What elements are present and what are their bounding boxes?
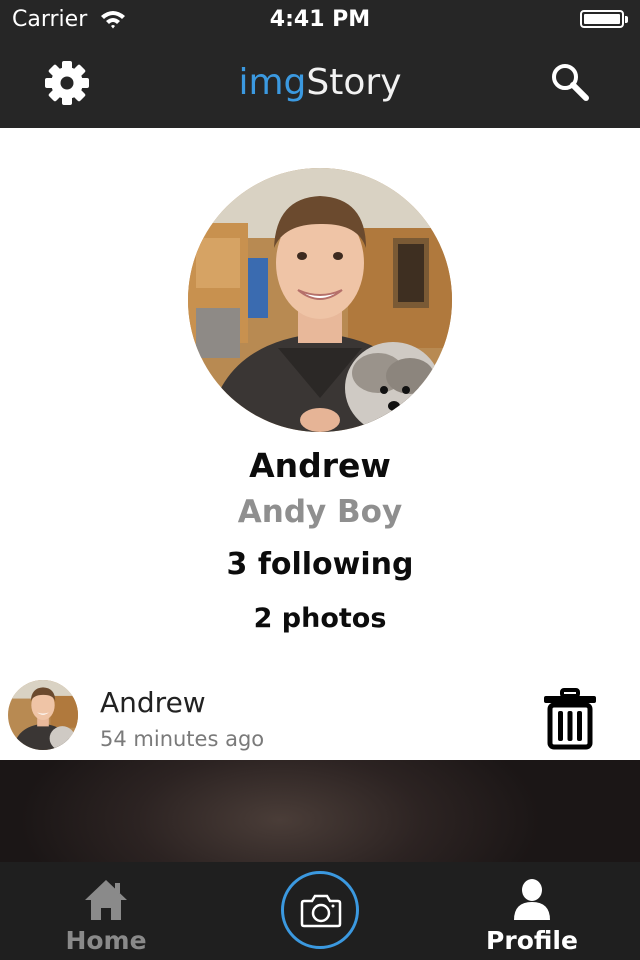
tab-profile[interactable]: Profile [452,862,612,960]
camera-icon [300,894,342,928]
post-image[interactable] [0,760,640,862]
app-title: imgStory [0,62,640,103]
person-icon [514,879,550,920]
camera-button[interactable] [281,871,359,949]
search-button[interactable] [548,60,594,106]
delete-post-button[interactable] [540,688,600,750]
post-timestamp: 54 minutes ago [100,727,265,751]
search-icon [552,64,589,101]
app-title-part2: Story [306,62,402,103]
following-count[interactable]: 3 following [0,547,640,582]
post-header: Andrew 54 minutes ago [0,670,640,760]
profile-avatar [188,168,452,432]
tab-profile-label: Profile [486,926,578,955]
status-bar: Carrier 4:41 PM [0,0,640,40]
profile-username: Andy Boy [237,494,403,530]
status-time: 4:41 PM [269,7,371,32]
tab-home-label: Home [65,926,147,955]
post-author-avatar[interactable] [8,680,78,750]
profile-name: Andrew [249,446,391,485]
tab-bar: Home Profile [0,862,640,960]
app-title-part1: img [238,62,307,103]
battery-icon [580,10,628,28]
nav-bar: imgStory [0,40,640,128]
photos-count: 2 photos [253,603,387,634]
home-icon [85,880,127,920]
post-author-name[interactable]: Andrew [100,686,206,719]
trash-icon [544,688,596,750]
tab-home[interactable]: Home [26,862,186,960]
